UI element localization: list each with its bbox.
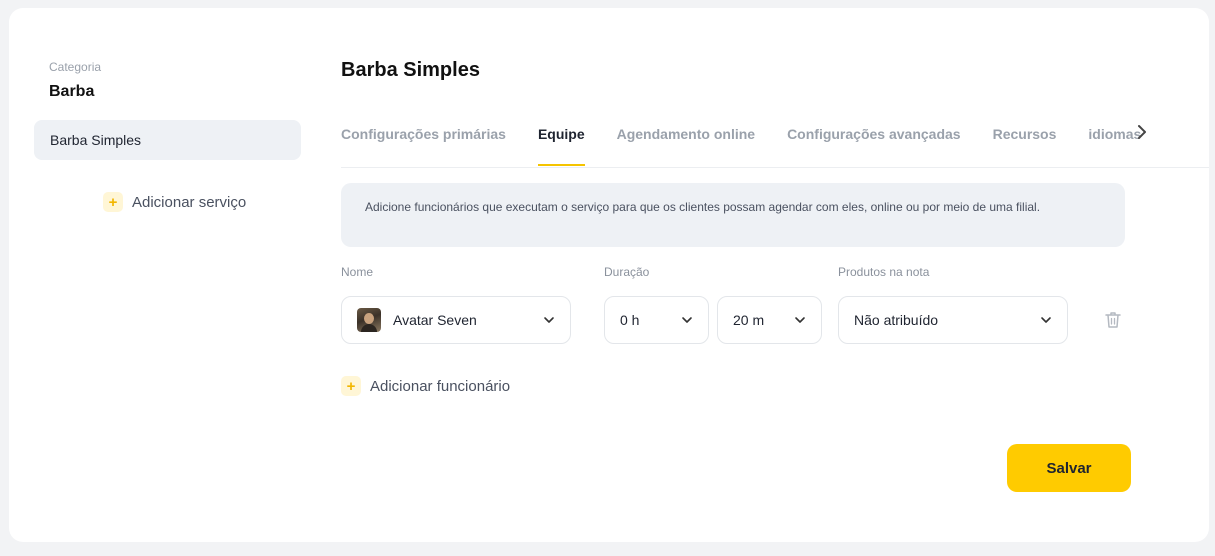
page-title: Barba Simples [341, 59, 480, 81]
tab-label: idiomas [1088, 126, 1142, 142]
employee-select[interactable]: Avatar Seven [341, 296, 571, 344]
plus-icon: + [341, 376, 361, 396]
hours-select-value: 0 h [620, 312, 640, 328]
add-employee-label: Adicionar funcionário [370, 377, 511, 395]
chevron-down-icon [682, 317, 692, 323]
tab-online-booking[interactable]: Agendamento online [617, 118, 755, 166]
tab-label: Configurações avançadas [787, 126, 961, 142]
trash-icon[interactable] [1103, 310, 1123, 330]
sidebar-item-label: Barba Simples [50, 132, 142, 148]
plus-icon: + [103, 192, 123, 212]
minutes-select[interactable]: 20 m [717, 296, 822, 344]
add-employee-button[interactable]: + Adicionar funcionário [341, 376, 510, 396]
sidebar-item-barba-simples[interactable]: Barba Simples [34, 120, 301, 160]
tab-label: Configurações primárias [341, 126, 506, 142]
tab-label: Agendamento online [616, 126, 756, 142]
chevron-down-icon [795, 317, 805, 323]
tab-bar: Configurações primárias Equipe Agendamen… [341, 118, 1147, 168]
column-header-products: Produtos na nota [838, 265, 930, 279]
product-select-value: Não atribuído [854, 312, 939, 328]
tab-resources[interactable]: Recursos [993, 118, 1057, 166]
tab-languages[interactable]: idiomas [1088, 118, 1141, 166]
chevron-down-icon [544, 317, 554, 323]
tab-label: Recursos [992, 126, 1057, 142]
avatar [357, 308, 381, 332]
save-button[interactable]: Salvar [1007, 444, 1131, 492]
add-service-label: Adicionar serviço [132, 193, 247, 211]
category-name: Barba [49, 83, 95, 100]
minutes-select-value: 20 m [733, 312, 765, 328]
tab-label: Equipe [537, 126, 585, 142]
product-select[interactable]: Não atribuído [838, 296, 1068, 344]
hours-select[interactable]: 0 h [604, 296, 709, 344]
category-label: Categoria [49, 60, 102, 74]
tab-primary-settings[interactable]: Configurações primárias [341, 118, 506, 166]
column-header-duration: Duração [604, 265, 650, 279]
tab-advanced-settings[interactable]: Configurações avançadas [787, 118, 961, 166]
tab-team[interactable]: Equipe [537, 118, 585, 166]
tab-divider [341, 167, 1209, 168]
column-header-name: Nome [341, 265, 374, 279]
chevron-right-icon[interactable] [1137, 124, 1147, 145]
employee-select-value: Avatar Seven [393, 312, 477, 328]
info-banner: Adicione funcionários que executam o ser… [341, 183, 1125, 247]
chevron-down-icon [1041, 317, 1051, 323]
add-service-button[interactable]: + Adicionar serviço [103, 192, 246, 212]
